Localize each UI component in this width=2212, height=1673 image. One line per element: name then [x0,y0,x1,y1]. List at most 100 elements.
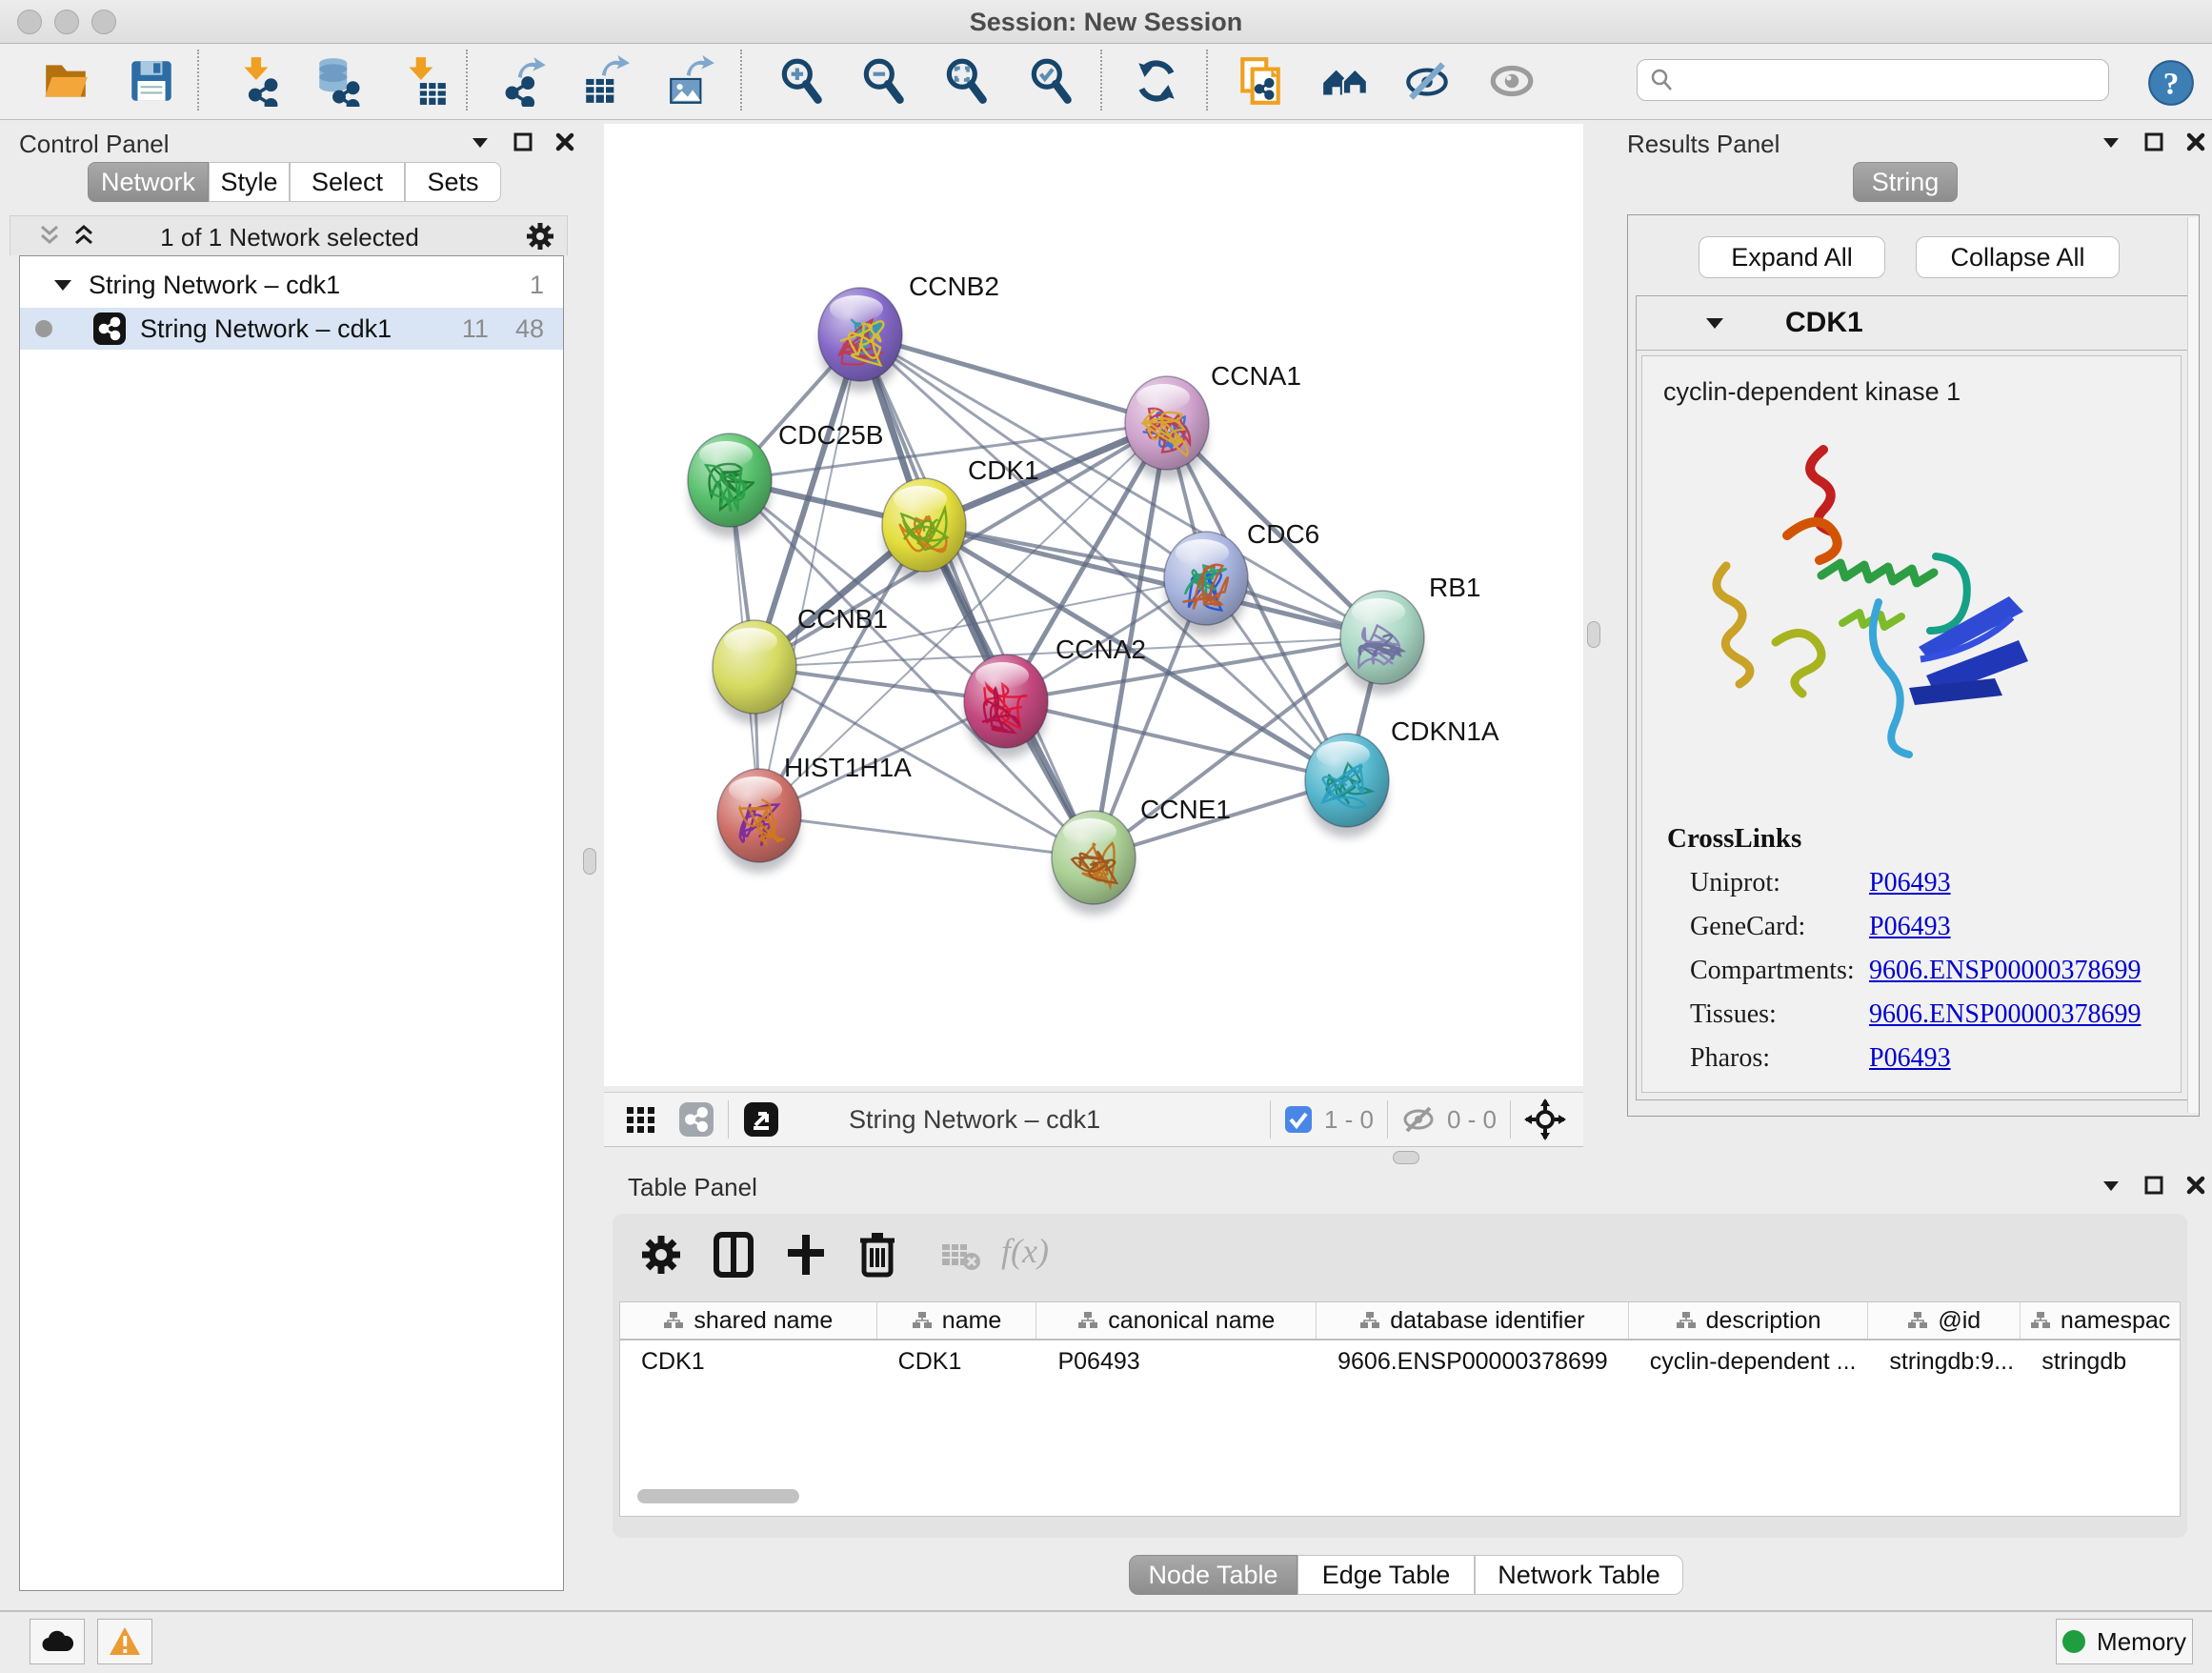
hide-selected-button[interactable] [1401,55,1453,107]
open-session-button[interactable] [40,55,91,107]
eye-slash-icon [1401,55,1453,107]
tree-expander-icon[interactable] [52,276,73,293]
apply-layout-button[interactable] [1131,55,1182,107]
show-hidden-button[interactable] [1486,55,1538,107]
node-label[interactable]: CDC25B [778,420,883,450]
close-panel-icon[interactable] [2185,131,2206,152]
window-title: Session: New Session [0,8,2212,37]
tab-node-table[interactable]: Node Table [1129,1555,1297,1595]
control-panel-title: Control Panel [19,130,170,159]
network-options-gear-icon[interactable] [525,221,555,252]
node-label[interactable]: CDKN1A [1391,716,1499,746]
import-network-from-database-button[interactable] [313,55,365,107]
network-collection-row[interactable]: String Network – cdk1 1 [20,264,563,306]
tab-network[interactable]: Network [88,162,209,202]
tab-edge-table[interactable]: Edge Table [1297,1555,1475,1595]
column-header[interactable]: canonical name [1036,1302,1317,1339]
create-column-icon[interactable] [784,1231,828,1279]
tab-string[interactable]: String [1853,162,1958,202]
table-options-gear-icon[interactable] [639,1233,683,1277]
zoom-selected-button[interactable] [1025,55,1076,107]
crosslink-pharos-link[interactable]: P06493 [1869,1043,1951,1074]
column-header[interactable]: @id [1868,1302,2021,1339]
export-network-button[interactable] [498,55,550,107]
results-scrollbar[interactable] [2187,217,2199,1113]
horizontal-splitter-handle[interactable] [1393,1151,1419,1164]
network-row-selected[interactable]: String Network – cdk1 11 48 [20,308,563,350]
column-header[interactable]: database identifier [1317,1302,1629,1339]
help-button[interactable]: ? [2145,57,2197,109]
import-network-button[interactable] [233,55,285,107]
node-label[interactable]: CCNA1 [1211,361,1301,391]
birdseye-grid-icon[interactable] [625,1103,657,1136]
warnings-button[interactable] [97,1619,152,1664]
selected-checkbox-icon[interactable] [1284,1105,1313,1134]
tab-select[interactable]: Select [290,162,405,202]
cloud-status-button[interactable] [30,1619,85,1664]
table-row[interactable]: CDK1 CDK1 P06493 9606.ENSP00000378699 cy… [620,1340,2180,1382]
node-label[interactable]: CDC6 [1247,519,1319,549]
column-header[interactable]: shared name [620,1302,877,1339]
maximize-panel-icon[interactable] [513,131,533,152]
crosslink-genecard-link[interactable]: P06493 [1869,912,1951,942]
delete-column-icon[interactable] [856,1231,898,1279]
search-input[interactable] [1676,65,2080,96]
maximize-panel-icon[interactable] [2143,131,2164,152]
open-in-window-icon[interactable] [742,1100,780,1139]
float-panel-icon[interactable] [2100,132,2122,151]
import-table-button[interactable] [398,55,450,107]
hidden-eye-icon[interactable] [1401,1105,1436,1134]
column-header[interactable]: name [877,1302,1037,1339]
network-type-icon[interactable] [678,1101,714,1138]
crosslink-tissues-link[interactable]: 9606.ENSP00000378699 [1869,999,2141,1030]
export-table-button[interactable] [580,55,632,107]
float-panel-icon[interactable] [2100,1176,2122,1195]
node-label[interactable]: CCNB1 [797,604,888,634]
expand-all-button[interactable]: Expand All [1699,236,1885,278]
section-expander-icon[interactable] [1703,313,1726,333]
save-session-button[interactable] [126,55,177,107]
string-network-icon [92,312,127,346]
column-type-icon [1359,1311,1380,1330]
gene-section-header[interactable]: CDK1 [1637,296,2188,351]
crosslink-label: Compartments: [1690,956,1869,986]
zoom-fit-button[interactable] [940,55,992,107]
maximize-panel-icon[interactable] [2143,1175,2164,1196]
show-all-networks-button[interactable] [1319,55,1371,107]
float-panel-icon[interactable] [469,132,492,151]
crosslink-compartments-link[interactable]: 9606.ENSP00000378699 [1869,956,2141,986]
tab-sets[interactable]: Sets [405,162,501,202]
zoom-out-button[interactable] [857,55,909,107]
close-panel-icon[interactable] [2185,1175,2206,1196]
node-label[interactable]: CCNA2 [1056,635,1146,664]
zoom-in-button[interactable] [775,55,827,107]
column-header[interactable]: namespac [2021,1302,2180,1339]
column-header[interactable]: description [1629,1302,1869,1339]
tab-network-table[interactable]: Network Table [1475,1555,1683,1595]
string-network-graph[interactable]: CCNB2 CCNA1 CDC25B CDK1 CDC6 RB1 CCNB1 CCNA2 CDK… [604,124,1583,1086]
network-canvas[interactable]: CCNB2 CCNA1 CDC25B CDK1 CDC6 RB1 CCNB1 CCNA2 CDK… [604,124,1583,1086]
network-tree: String Network – cdk1 1 String Network –… [19,255,564,1591]
close-panel-icon[interactable] [554,131,575,152]
node-label[interactable]: HIST1H1A [784,753,912,782]
netbar-separator [1270,1100,1271,1139]
right-splitter-handle[interactable] [1587,621,1600,648]
pan-crosshair-icon[interactable] [1524,1099,1566,1140]
clone-network-button[interactable] [1235,55,1286,107]
tab-style[interactable]: Style [209,162,290,202]
table-horizontal-scrollbar[interactable] [637,1489,799,1503]
main-toolbar: ? [0,44,2212,120]
import-network-icon [233,55,285,107]
crosslink-uniprot-link[interactable]: P06493 [1869,868,1951,898]
node-label[interactable]: CCNE1 [1140,795,1231,824]
table-tabs: Node Table Edge Table Network Table [1129,1555,1683,1597]
left-splitter-handle[interactable] [583,848,596,875]
collapse-all-button[interactable]: Collapse All [1916,236,2120,278]
show-columns-icon[interactable] [712,1231,755,1279]
node-label[interactable]: RB1 [1429,573,1480,602]
crosslinks-block: CrossLinks Uniprot: P06493 GeneCard: P06… [1667,823,2162,1074]
memory-button[interactable]: Memory [2056,1619,2193,1664]
export-image-button[interactable] [665,55,716,107]
node-label[interactable]: CDK1 [968,455,1039,485]
node-label[interactable]: CCNB2 [909,272,999,301]
